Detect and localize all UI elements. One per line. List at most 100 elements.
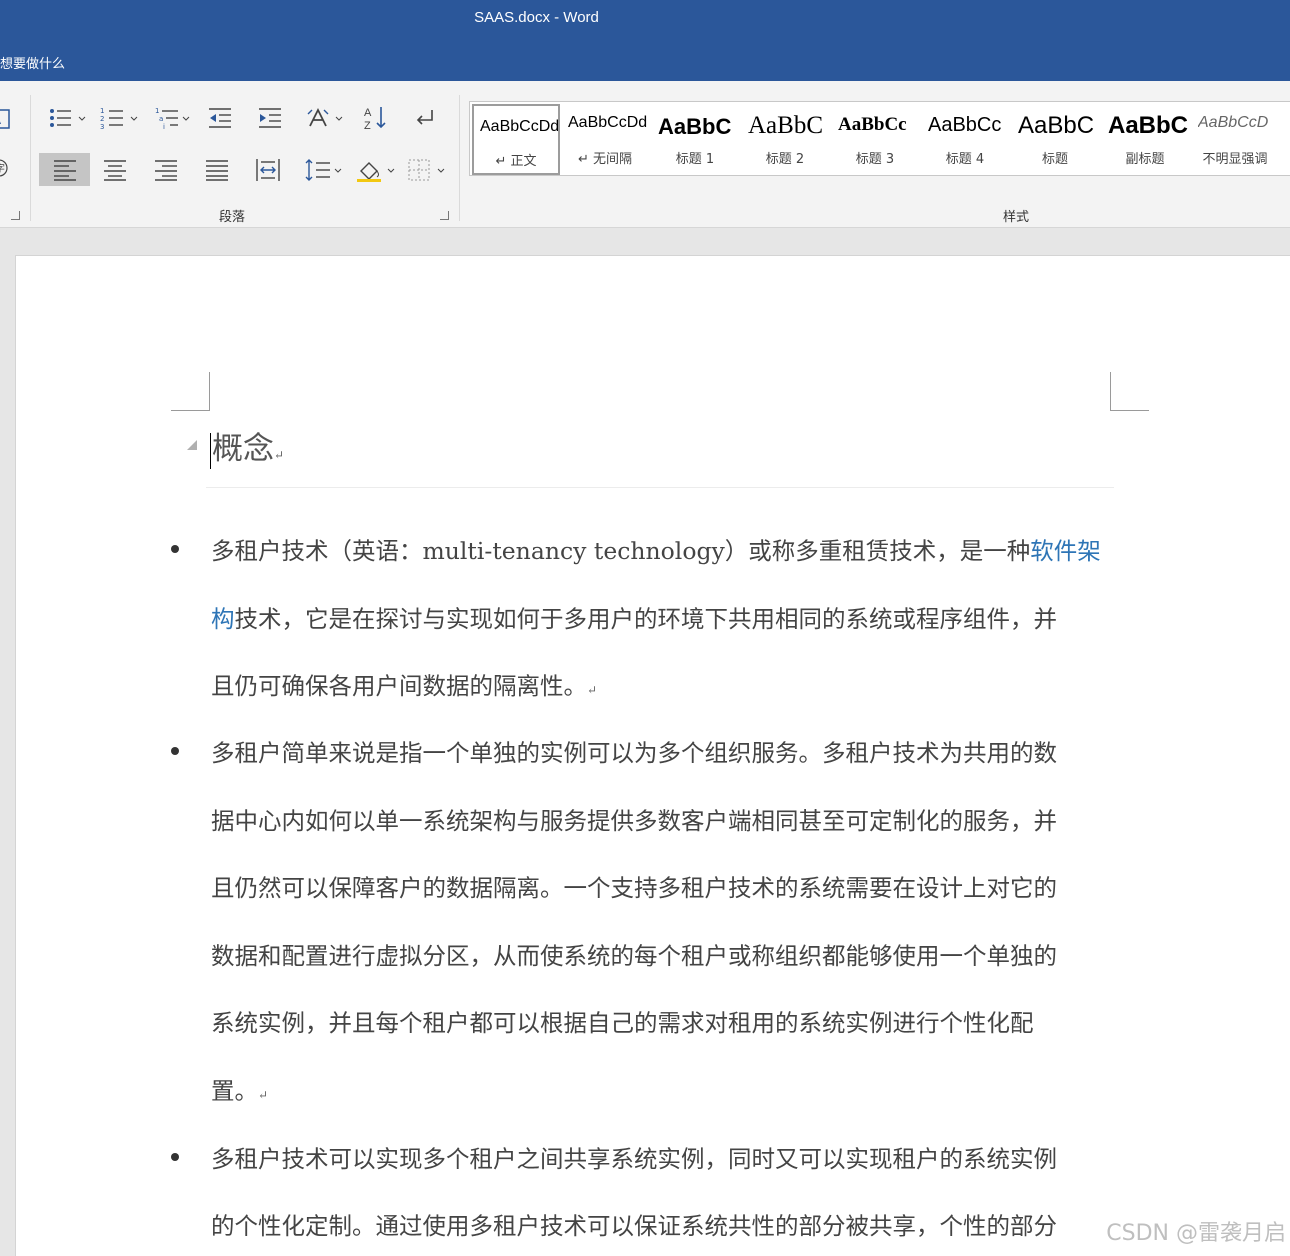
group-separator — [459, 95, 460, 221]
style-name: 标题 4 — [945, 152, 985, 167]
line-text: 且仍可确保各用户间数据的隔离性。 — [211, 672, 587, 700]
style-preview: AaBbC — [1108, 112, 1189, 139]
paragraph-mark: ↵ — [587, 683, 598, 697]
align-center-button[interactable] — [100, 156, 130, 184]
text-box-icon[interactable]: A — [0, 105, 14, 133]
tell-me-bar: 想要做什么 — [0, 42, 1290, 81]
svg-text:Z: Z — [364, 120, 371, 131]
style-subtitle[interactable]: AaBbC 副标题 — [1100, 102, 1190, 175]
line-text: 多租户技术可以实现多个租户之间共享系统实例，同时又可以实现租户的系统实例 — [211, 1145, 1057, 1173]
style-heading-4[interactable]: AaBbCc 标题 4 — [920, 102, 1010, 175]
borders-icon[interactable] — [407, 156, 449, 184]
line-text: 多租户技术（英语：multi-tenancy technology）或称多重租赁… — [211, 537, 1031, 565]
style-name: 标题 3 — [855, 152, 895, 167]
shading-icon[interactable] — [355, 156, 397, 184]
line-text: 置。 — [211, 1077, 258, 1105]
svg-text:字: 字 — [0, 162, 5, 175]
group-label-paragraph: 段落 — [219, 210, 246, 225]
tell-me-search[interactable]: 想要做什么 — [0, 53, 65, 72]
style-preview: AaBbCc — [838, 114, 907, 135]
style-heading-2[interactable]: AaBbC 标题 2 — [740, 102, 830, 175]
style-preview: AaBbCcDd — [480, 118, 558, 135]
style-name: 标题 — [1041, 152, 1068, 167]
style-normal[interactable]: AaBbCcDd ↵ 正文 — [472, 104, 560, 175]
paragraph-mark: ↵ — [274, 448, 285, 462]
line-text: 的个性化定制。通过使用多租户技术可以保证系统共性的部分被共享，个性的部分 — [211, 1212, 1057, 1240]
style-preview: AaBbCcD — [1198, 114, 1269, 131]
body-line: 数据和配置进行虚拟分区，从而使系统的每个租户或称组织都能够使用一个单独的 — [211, 937, 1057, 971]
svg-text:A: A — [364, 107, 372, 119]
line-text: 系统实例，并且每个租户都可以根据自己的需求对租用的系统实例进行个性化配 — [211, 1009, 1034, 1037]
svg-text:1: 1 — [100, 107, 104, 115]
text-cursor — [210, 432, 211, 469]
bullet-point — [171, 1153, 179, 1161]
line-text: 据中心内如何以单一系统架构与服务提供多数客户端相同甚至可定制化的服务，并 — [211, 807, 1057, 835]
bullets-button[interactable] — [47, 104, 87, 132]
style-subtle-emphasis[interactable]: AaBbCcD 不明显强调 — [1190, 102, 1280, 175]
line-text: 技术，它是在探讨与实现如何于多用户的环境下共用相同的系统或程序组件，并 — [234, 605, 1058, 633]
style-name: 标题 2 — [765, 152, 805, 167]
body-line: 置。↵ — [211, 1072, 268, 1106]
chinese-layout-icon[interactable] — [306, 104, 346, 132]
body-line: 系统实例，并且每个租户都可以根据自己的需求对租用的系统实例进行个性化配 — [211, 1004, 1034, 1038]
svg-text:i: i — [163, 123, 165, 130]
style-preview: AaBbC — [1018, 112, 1095, 139]
crop-mark-top-left — [171, 372, 210, 411]
svg-text:a: a — [159, 115, 163, 123]
style-name: 标题 1 — [675, 152, 715, 167]
style-name: ↵ 正文 — [495, 154, 537, 169]
body-line: 构技术，它是在探讨与实现如何于多用户的环境下共用相同的系统或程序组件，并 — [211, 600, 1057, 634]
line-text: 多租户简单来说是指一个单独的实例可以为多个组织服务。多租户技术为共用的数 — [211, 739, 1057, 767]
style-heading-1[interactable]: AaBbC 标题 1 — [650, 102, 740, 175]
style-preview: AaBbC — [748, 112, 823, 139]
sort-icon[interactable]: AZ — [360, 104, 390, 132]
style-preview: AaBbCcDd — [568, 114, 648, 131]
style-name: 副标题 — [1125, 152, 1165, 167]
ribbon: A 字 123 1ai AZ — [0, 81, 1290, 228]
group-label-styles: 样式 — [1003, 210, 1030, 225]
increase-indent-icon[interactable] — [255, 104, 285, 132]
style-preview: AaBbC — [658, 114, 732, 139]
body-line: 且仍可确保各用户间数据的隔离性。↵ — [211, 667, 597, 701]
style-preview: AaBbCc — [928, 114, 1002, 136]
svg-text:A: A — [0, 113, 1, 127]
line-text: 数据和配置进行虚拟分区，从而使系统的每个租户或称组织都能够使用一个单独的 — [211, 942, 1057, 970]
enclose-character-icon[interactable]: 字 — [0, 154, 14, 182]
body-line: 据中心内如何以单一系统架构与服务提供多数客户端相同甚至可定制化的服务，并 — [211, 802, 1057, 836]
line-spacing-button[interactable] — [304, 156, 344, 184]
style-heading-3[interactable]: AaBbCc 标题 3 — [830, 102, 920, 175]
body-line: 多租户简单来说是指一个单独的实例可以为多个组织服务。多租户技术为共用的数 — [211, 734, 1057, 768]
title-bar: SAAS.docx - Word — [0, 0, 1290, 42]
hyperlink-software-architecture[interactable]: 软件架 — [1030, 537, 1101, 565]
align-right-button[interactable] — [151, 156, 181, 184]
heading-divider — [206, 487, 1114, 488]
document-heading[interactable]: 概念↵ — [210, 423, 284, 469]
svg-text:3: 3 — [100, 123, 104, 130]
hyperlink-software-architecture[interactable]: 构 — [211, 605, 235, 633]
collapse-heading-icon[interactable] — [187, 440, 197, 450]
style-title[interactable]: AaBbC 标题 — [1010, 102, 1100, 175]
style-name: ↵ 无间隔 — [577, 152, 633, 167]
csdn-watermark: CSDN @雷袭月启 — [1106, 1221, 1286, 1246]
bullet-point — [171, 747, 179, 755]
align-left-button[interactable] — [39, 153, 90, 186]
paragraph-dialog-launcher[interactable] — [440, 211, 449, 220]
window-title: SAAS.docx - Word — [474, 9, 599, 26]
svg-text:2: 2 — [100, 115, 104, 123]
distributed-align-button[interactable] — [253, 156, 283, 184]
style-no-spacing[interactable]: AaBbCcDd ↵ 无间隔 — [560, 102, 650, 175]
style-name: 不明显强调 — [1202, 152, 1268, 167]
line-text: 且仍然可以保障客户的数据隔离。一个支持多租户技术的系统需要在设计上对它的 — [211, 874, 1057, 902]
svg-text:1: 1 — [155, 107, 159, 115]
justify-button[interactable] — [202, 156, 232, 184]
group-separator — [30, 95, 31, 221]
heading-text: 概念 — [212, 431, 274, 467]
bullet-point — [171, 545, 179, 553]
numbering-button[interactable]: 123 — [99, 104, 139, 132]
decrease-indent-icon[interactable] — [205, 104, 235, 132]
show-paragraph-marks-icon[interactable] — [410, 104, 440, 132]
styles-gallery: AaBbCcDd ↵ 正文 AaBbCcDd ↵ 无间隔 AaBbC 标题 1 … — [469, 101, 1290, 176]
body-line: 且仍然可以保障客户的数据隔离。一个支持多租户技术的系统需要在设计上对它的 — [211, 869, 1057, 903]
font-dialog-launcher[interactable] — [11, 211, 20, 220]
multilevel-list-button[interactable]: 1ai — [154, 104, 194, 132]
